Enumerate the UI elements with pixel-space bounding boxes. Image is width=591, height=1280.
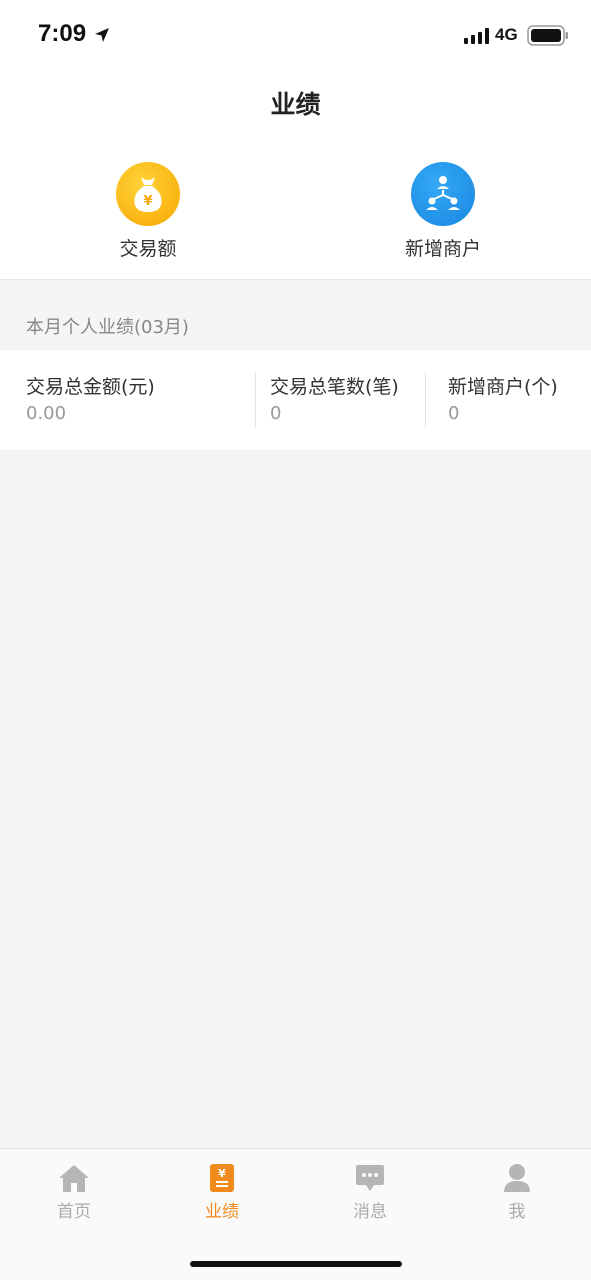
quick-action-new-merchants[interactable]: 新增商户 [363, 160, 523, 270]
svg-text:¥: ¥ [143, 194, 152, 209]
stats-panel: 交易总金额(元) 0.00 交易总笔数(笔) 0 新增商户(个) 0 [0, 350, 591, 450]
stat-value: 0 [270, 403, 282, 424]
message-icon [356, 1165, 384, 1191]
stat-divider [255, 372, 256, 428]
status-bar: 7:09 4G [0, 0, 591, 70]
home-icon [59, 1165, 89, 1192]
stat-new-merchants: 新增商户(个) 0 [448, 372, 558, 424]
section-title: 本月个人业绩(03月) [26, 317, 189, 338]
stat-total-count: 交易总笔数(笔) 0 [270, 372, 399, 424]
quick-actions: ¥ 交易额 新增商户 [0, 140, 591, 280]
stat-total-amount: 交易总金额(元) 0.00 [26, 372, 155, 424]
network-label: 4G [495, 25, 518, 44]
svg-text:¥: ¥ [218, 1167, 226, 1180]
screen: 7:09 4G 业绩 ¥ 交易额 新增商户 本月个人业绩(03月) 交易总金额(… [0, 0, 591, 1280]
stat-value: 0 [448, 403, 460, 424]
user-icon [504, 1164, 530, 1192]
tab-performance[interactable]: ¥ 业绩 [162, 1163, 282, 1233]
battery-icon [527, 25, 568, 46]
status-time: 7:09 [38, 20, 87, 47]
performance-icon: ¥ [210, 1164, 234, 1192]
quick-action-label: 新增商户 [404, 238, 481, 260]
nav-bar: 业绩 [0, 70, 591, 140]
money-bag-icon: ¥ [116, 162, 180, 226]
stat-label: 交易总金额(元) [26, 376, 155, 398]
tab-label: 业绩 [205, 1202, 239, 1222]
tab-me[interactable]: 我 [457, 1163, 577, 1233]
section-header: 本月个人业绩(03月) [0, 281, 591, 350]
quick-action-transaction-amount[interactable]: ¥ 交易额 [68, 160, 228, 270]
location-arrow-icon [95, 28, 109, 42]
stat-label: 新增商户(个) [448, 376, 558, 398]
page-title: 业绩 [270, 90, 321, 119]
signal-icon [464, 28, 489, 44]
stat-value: 0.00 [26, 403, 67, 424]
tab-label: 我 [508, 1202, 526, 1222]
tab-label: 消息 [353, 1202, 387, 1222]
tab-home[interactable]: 首页 [14, 1163, 134, 1233]
network-people-icon [411, 162, 475, 226]
quick-action-label: 交易额 [119, 238, 177, 260]
tab-messages[interactable]: 消息 [310, 1163, 430, 1233]
home-indicator[interactable] [190, 1261, 402, 1267]
tab-label: 首页 [57, 1202, 91, 1222]
stat-divider [425, 372, 426, 428]
stat-label: 交易总笔数(笔) [270, 376, 399, 398]
